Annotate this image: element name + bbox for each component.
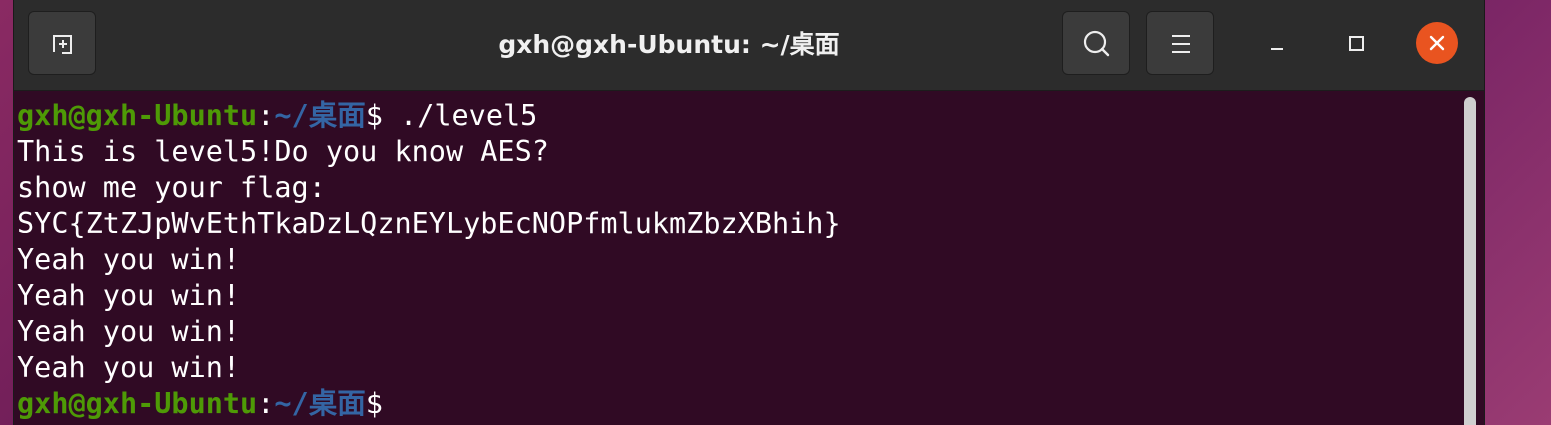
hamburger-menu-icon <box>1172 35 1190 53</box>
maximize-icon <box>1349 36 1364 51</box>
command-text: ./level5 <box>382 99 538 132</box>
output-line: Yeah you win! <box>17 279 241 312</box>
prompt-path: ~/桌面 <box>274 387 366 420</box>
new-tab-button[interactable] <box>28 11 96 75</box>
prompt-colon: : <box>257 99 275 132</box>
terminal-window: gxh@gxh-Ubuntu: ~/桌面 gxh@gxh-Ubuntu:~/桌面… <box>14 0 1484 425</box>
output-line: SYC{ZtZJpWvEthTkaDzLQznEYLybEcNOPfmlukmZ… <box>17 207 841 240</box>
close-icon <box>1429 35 1445 51</box>
header-bar: gxh@gxh-Ubuntu: ~/桌面 <box>14 0 1484 91</box>
search-button[interactable] <box>1062 11 1130 75</box>
minimize-icon <box>1271 48 1283 50</box>
prompt-colon: : <box>257 387 275 420</box>
new-tab-icon <box>53 35 72 54</box>
output-line: This is level5!Do you know AES? <box>17 135 549 168</box>
window-title: gxh@gxh-Ubuntu: ~/桌面 <box>498 30 840 59</box>
prompt-symbol: $ <box>365 99 383 132</box>
output-line: Yeah you win! <box>17 243 241 276</box>
search-icon <box>1083 30 1110 57</box>
prompt-line: gxh@gxh-Ubuntu:~/桌面$ ./level5 <box>17 98 537 134</box>
output-line: Yeah you win! <box>17 351 241 384</box>
terminal-area[interactable]: gxh@gxh-Ubuntu:~/桌面$ ./level5 This is le… <box>14 91 1460 425</box>
output-line: Yeah you win! <box>17 315 241 348</box>
scrollbar[interactable] <box>1464 97 1476 425</box>
prompt-line: gxh@gxh-Ubuntu:~/桌面$ <box>17 386 383 422</box>
close-button[interactable] <box>1416 22 1458 64</box>
prompt-user: gxh@gxh-Ubuntu <box>17 387 258 420</box>
menu-button[interactable] <box>1146 11 1214 75</box>
maximize-button[interactable] <box>1336 22 1378 64</box>
output-line: show me your flag: <box>17 171 326 204</box>
prompt-user: gxh@gxh-Ubuntu <box>17 99 258 132</box>
minimize-button[interactable] <box>1256 22 1298 64</box>
prompt-symbol: $ <box>365 387 383 420</box>
prompt-path: ~/桌面 <box>274 99 366 132</box>
